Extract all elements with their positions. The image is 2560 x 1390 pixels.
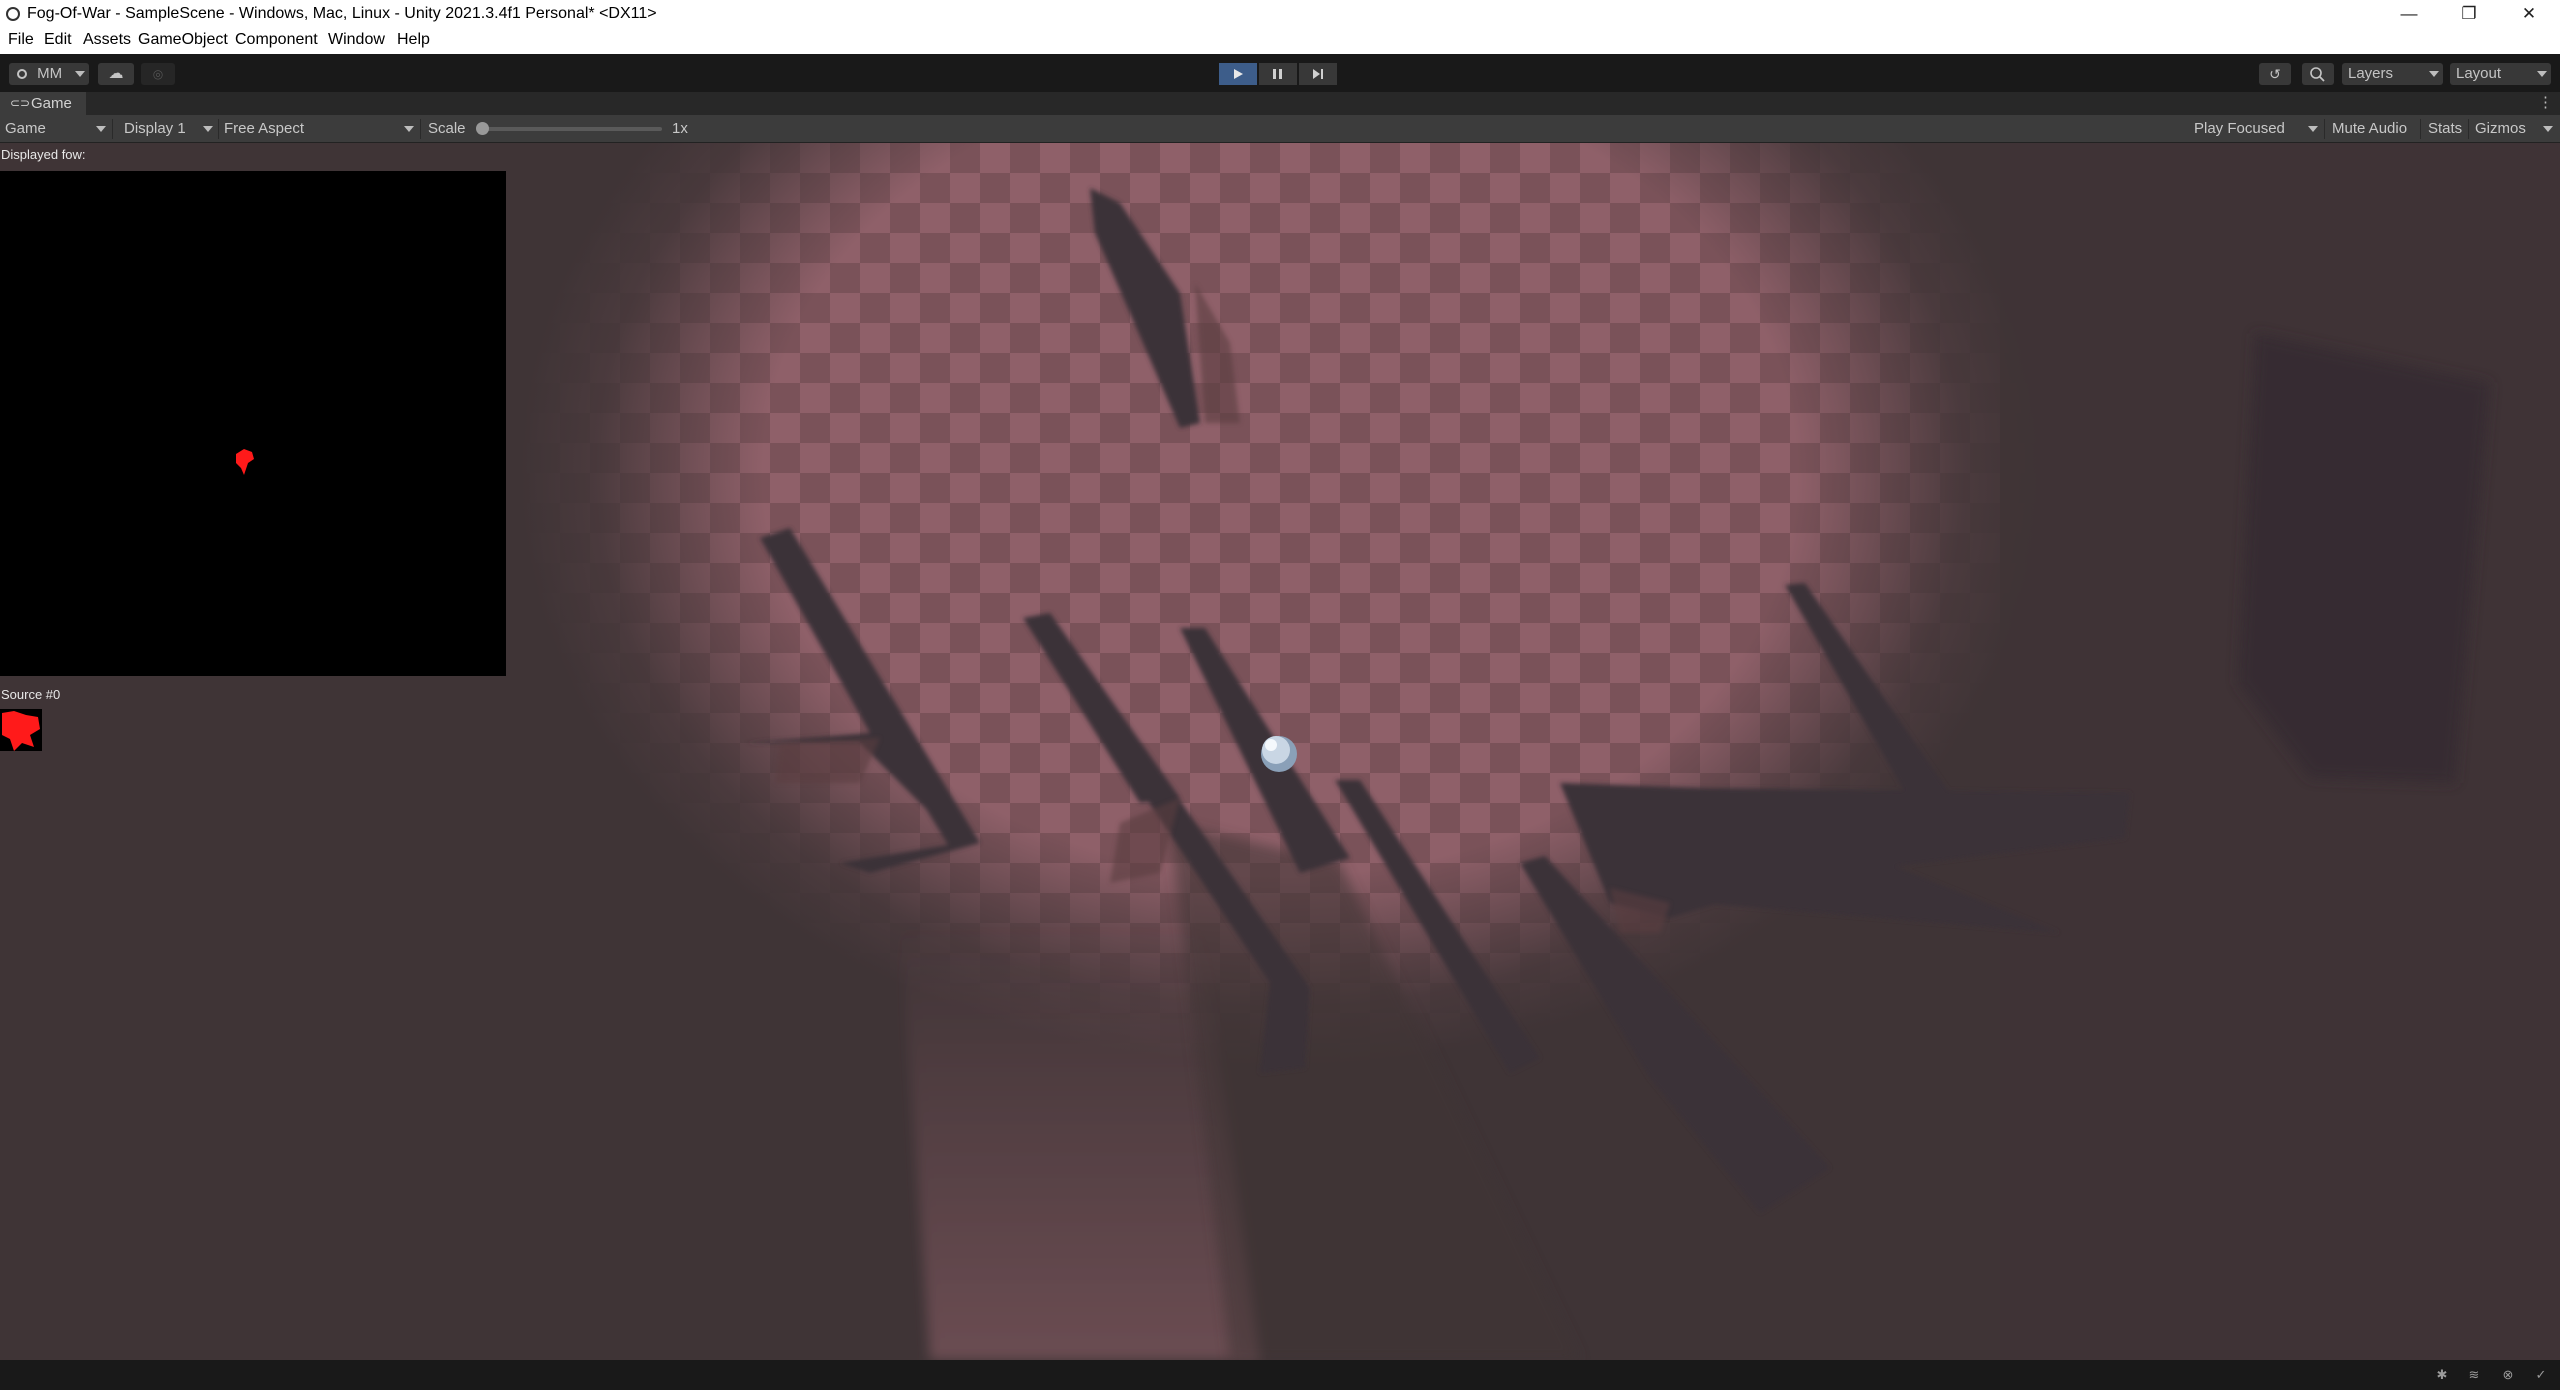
- play-button[interactable]: [1219, 63, 1257, 85]
- history-icon: ↺: [2269, 66, 2281, 82]
- minimize-button[interactable]: —: [2380, 0, 2438, 29]
- check-icon[interactable]: ✓: [2533, 1368, 2549, 1382]
- scale-value: 1x: [672, 120, 688, 137]
- displayed-fow-label: Displayed fow:: [1, 147, 86, 162]
- fow-reveal-marker: [236, 449, 254, 475]
- chevron-down-icon: [2308, 126, 2318, 132]
- cloud-button[interactable]: ☁: [98, 63, 134, 85]
- bug-icon[interactable]: ✱: [2434, 1368, 2450, 1382]
- account-label: MM: [37, 65, 63, 82]
- divider: [112, 119, 113, 139]
- window-title-bar: Fog-Of-War - SampleScene - Windows, Mac,…: [0, 0, 2560, 29]
- view-mode-dropdown[interactable]: Game: [5, 120, 46, 137]
- source-texture-preview: [0, 709, 42, 751]
- restore-button[interactable]: ❐: [2440, 0, 2498, 29]
- pause-icon: [1273, 69, 1282, 79]
- play-icon: [1234, 69, 1243, 79]
- divider: [2324, 119, 2325, 139]
- menu-bar: File Edit Assets GameObject Component Wi…: [0, 29, 2560, 54]
- menu-gameobject[interactable]: GameObject: [138, 31, 228, 49]
- collab-button[interactable]: ◎: [141, 63, 175, 85]
- divider: [420, 119, 421, 139]
- layers-label: Layers: [2348, 65, 2394, 82]
- menu-edit[interactable]: Edit: [44, 31, 72, 49]
- scale-slider-thumb[interactable]: [476, 122, 489, 135]
- chevron-down-icon: [2429, 71, 2439, 77]
- divider: [2468, 119, 2469, 139]
- player-sphere: [1261, 736, 1297, 772]
- chevron-down-icon: [404, 126, 414, 132]
- fow-debug-map: [0, 171, 506, 676]
- menu-assets[interactable]: Assets: [83, 31, 131, 49]
- source-label: Source #0: [1, 687, 61, 702]
- game-view-viewport[interactable]: Displayed fow: Source #0: [0, 143, 2560, 1360]
- scale-label: Scale: [428, 120, 466, 137]
- tab-game-label: Game: [31, 95, 72, 112]
- layers-dropdown[interactable]: Layers: [2342, 63, 2443, 85]
- menu-file[interactable]: File: [8, 31, 34, 49]
- game-view-toolbar: Game Display 1 Free Aspect Scale 1x Play…: [0, 115, 2560, 143]
- cloud-icon: ☁: [108, 65, 124, 82]
- layout-dropdown[interactable]: Layout: [2450, 63, 2551, 85]
- layout-label: Layout: [2456, 65, 2502, 82]
- display-dropdown[interactable]: Display 1: [124, 120, 186, 137]
- chevron-down-icon: [96, 126, 106, 132]
- divider: [2420, 119, 2421, 139]
- pause-button[interactable]: [1259, 63, 1297, 85]
- history-button[interactable]: ↺: [2259, 63, 2291, 85]
- collab-icon: ◎: [152, 67, 164, 81]
- divider: [218, 119, 219, 139]
- gizmos-toggle[interactable]: Gizmos: [2475, 120, 2526, 137]
- account-dropdown[interactable]: MM: [9, 63, 89, 85]
- aspect-dropdown[interactable]: Free Aspect: [224, 120, 304, 137]
- window-title: Fog-Of-War - SampleScene - Windows, Mac,…: [27, 5, 657, 22]
- more-options-icon[interactable]: ⋮: [2538, 93, 2553, 111]
- status-bar: ✱ ≋ ⊗ ✓: [0, 1360, 2560, 1390]
- step-button[interactable]: [1299, 63, 1337, 85]
- mute-audio-toggle[interactable]: Mute Audio: [2332, 120, 2407, 137]
- search-icon: [2310, 67, 2325, 82]
- panel-tab-bar: ⊂⊃ Game ⋮: [0, 92, 2560, 115]
- menu-help[interactable]: Help: [397, 31, 430, 49]
- network-icon[interactable]: ⊗: [2500, 1368, 2516, 1382]
- play-focused-dropdown[interactable]: Play Focused: [2194, 120, 2285, 137]
- main-toolbar: MM ☁ ◎ ↺ Layers Layout: [0, 54, 2560, 92]
- chevron-down-icon: [2537, 71, 2547, 77]
- stats-toggle[interactable]: Stats: [2428, 120, 2462, 137]
- chevron-down-icon: [2543, 126, 2553, 132]
- close-button[interactable]: ✕: [2500, 0, 2558, 29]
- unity-logo-icon: [6, 7, 20, 21]
- layers-icon[interactable]: ≋: [2466, 1368, 2482, 1382]
- step-icon: [1313, 69, 1323, 79]
- scale-slider[interactable]: [476, 122, 662, 135]
- chevron-down-icon: [203, 126, 213, 132]
- chevron-down-icon: [75, 71, 85, 77]
- menu-component[interactable]: Component: [235, 31, 318, 49]
- gamepad-icon: ⊂⊃: [10, 96, 31, 110]
- menu-window[interactable]: Window: [328, 31, 385, 49]
- account-icon: [17, 69, 27, 79]
- tab-game[interactable]: ⊂⊃ Game: [0, 92, 86, 115]
- search-button[interactable]: [2302, 63, 2334, 85]
